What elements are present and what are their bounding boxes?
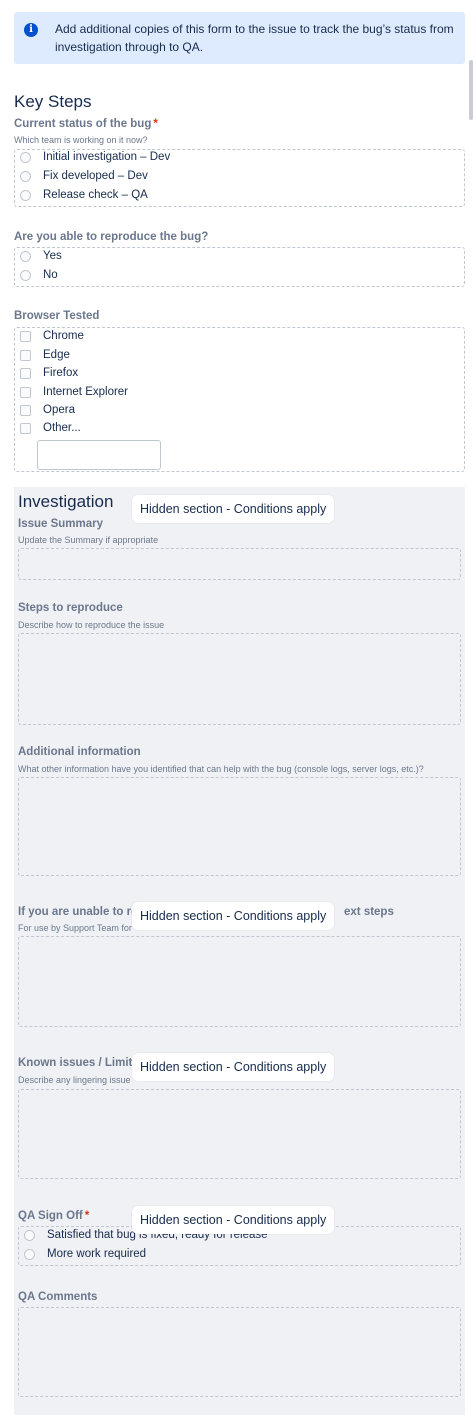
browser-option-ie[interactable]: Internet Explorer (20, 386, 128, 398)
known-issues-textarea[interactable] (18, 1089, 461, 1179)
option-label: Opera (43, 404, 75, 416)
checkbox[interactable] (20, 330, 31, 342)
scrollbar-thumb[interactable] (469, 60, 473, 120)
checkbox[interactable] (20, 367, 31, 379)
checkbox[interactable] (20, 422, 31, 434)
option-label: No (43, 269, 58, 281)
radio-button[interactable] (20, 189, 31, 201)
required-marker: * (84, 1210, 90, 1222)
radio-button[interactable] (24, 1248, 35, 1260)
option-label: Yes (43, 250, 62, 262)
reproduce-question-label: Are you able to reproduce the bug? (14, 231, 209, 243)
browser-option-opera[interactable]: Opera (20, 404, 75, 416)
reproduce-option-yes[interactable]: Yes (20, 250, 62, 262)
radio-button[interactable] (20, 250, 31, 262)
required-marker: * (153, 118, 158, 130)
qa-comments-label: QA Comments (18, 1291, 98, 1303)
qa-option-more-work[interactable]: More work required (24, 1248, 146, 1260)
issue-summary-label: Issue Summary (18, 518, 104, 530)
checkbox[interactable] (20, 386, 31, 398)
info-banner-text: Add additional copies of this form to th… (55, 22, 454, 54)
unable-to-reproduce-textarea[interactable] (18, 936, 461, 1027)
hidden-section-badge: Hidden section - Conditions apply (132, 1206, 335, 1234)
status-question-text: Current status of the bug (14, 118, 152, 130)
radio-button[interactable] (24, 1229, 35, 1241)
key-steps-heading: Key Steps (14, 92, 92, 111)
option-label: Internet Explorer (43, 386, 129, 398)
radio-button[interactable] (20, 269, 31, 281)
radio-button[interactable] (20, 170, 31, 182)
option-label: Chrome (43, 330, 84, 342)
unable-to-reproduce-label-end: ext steps (344, 906, 394, 918)
other-browser-input[interactable] (37, 440, 161, 470)
hidden-section-badge: Hidden section - Conditions apply (132, 1053, 335, 1081)
option-label: Fix developed – Dev (43, 170, 148, 182)
status-option-dev-investigation[interactable]: Initial investigation – Dev (20, 151, 170, 163)
issue-summary-input[interactable] (18, 548, 461, 580)
additional-info-label: Additional information (18, 746, 141, 758)
hidden-section-badge: Hidden section - Conditions apply (132, 902, 335, 930)
unable-to-reproduce-description: For use by Support Team for (18, 923, 132, 933)
checkbox[interactable] (20, 349, 31, 361)
unable-to-reproduce-label-start: If you are unable to re (18, 906, 138, 918)
reproduce-option-no[interactable]: No (20, 269, 58, 281)
steps-description: Describe how to reproduce the issue (18, 620, 165, 630)
status-option-release-check[interactable]: Release check – QA (20, 189, 148, 201)
hidden-section-badge: Hidden section - Conditions apply (132, 495, 335, 523)
steps-textarea[interactable] (18, 633, 461, 725)
option-label: Edge (43, 349, 70, 361)
form-page: i Add additional copies of this form to … (0, 0, 474, 1415)
info-banner: i Add additional copies of this form to … (14, 12, 465, 64)
investigation-heading: Investigation (18, 492, 114, 511)
browser-option-edge[interactable]: Edge (20, 349, 70, 361)
qa-signoff-text: QA Sign Off (18, 1210, 83, 1222)
browser-option-firefox[interactable]: Firefox (20, 367, 78, 379)
qa-comments-textarea[interactable] (18, 1307, 461, 1397)
known-issues-description: Describe any lingering issue (18, 1075, 131, 1085)
status-option-fix-developed[interactable]: Fix developed – Dev (20, 170, 148, 182)
option-label: Other... (43, 422, 81, 434)
browser-option-other[interactable]: Other... (20, 422, 81, 434)
status-question-description: Which team is working on it now? (14, 135, 148, 145)
issue-summary-description: Update the Summary if appropriate (18, 535, 159, 545)
checkbox[interactable] (20, 404, 31, 416)
radio-button[interactable] (20, 151, 31, 163)
steps-label: Steps to reproduce (18, 602, 123, 614)
additional-info-textarea[interactable] (18, 777, 461, 876)
browser-option-chrome[interactable]: Chrome (20, 330, 84, 342)
option-label: Initial investigation – Dev (43, 151, 171, 163)
browser-question-label: Browser Tested (14, 310, 100, 322)
qa-signoff-label: QA Sign Off * (18, 1210, 89, 1222)
reproduce-options-group (14, 247, 465, 287)
known-issues-label: Known issues / Limita (18, 1057, 139, 1069)
additional-info-description: What other information have you identifi… (18, 764, 424, 774)
option-label: More work required (47, 1248, 147, 1260)
info-icon: i (24, 23, 38, 37)
option-label: Firefox (43, 367, 79, 379)
status-question-label: Current status of the bug * (14, 118, 158, 130)
option-label: Release check – QA (43, 189, 148, 201)
